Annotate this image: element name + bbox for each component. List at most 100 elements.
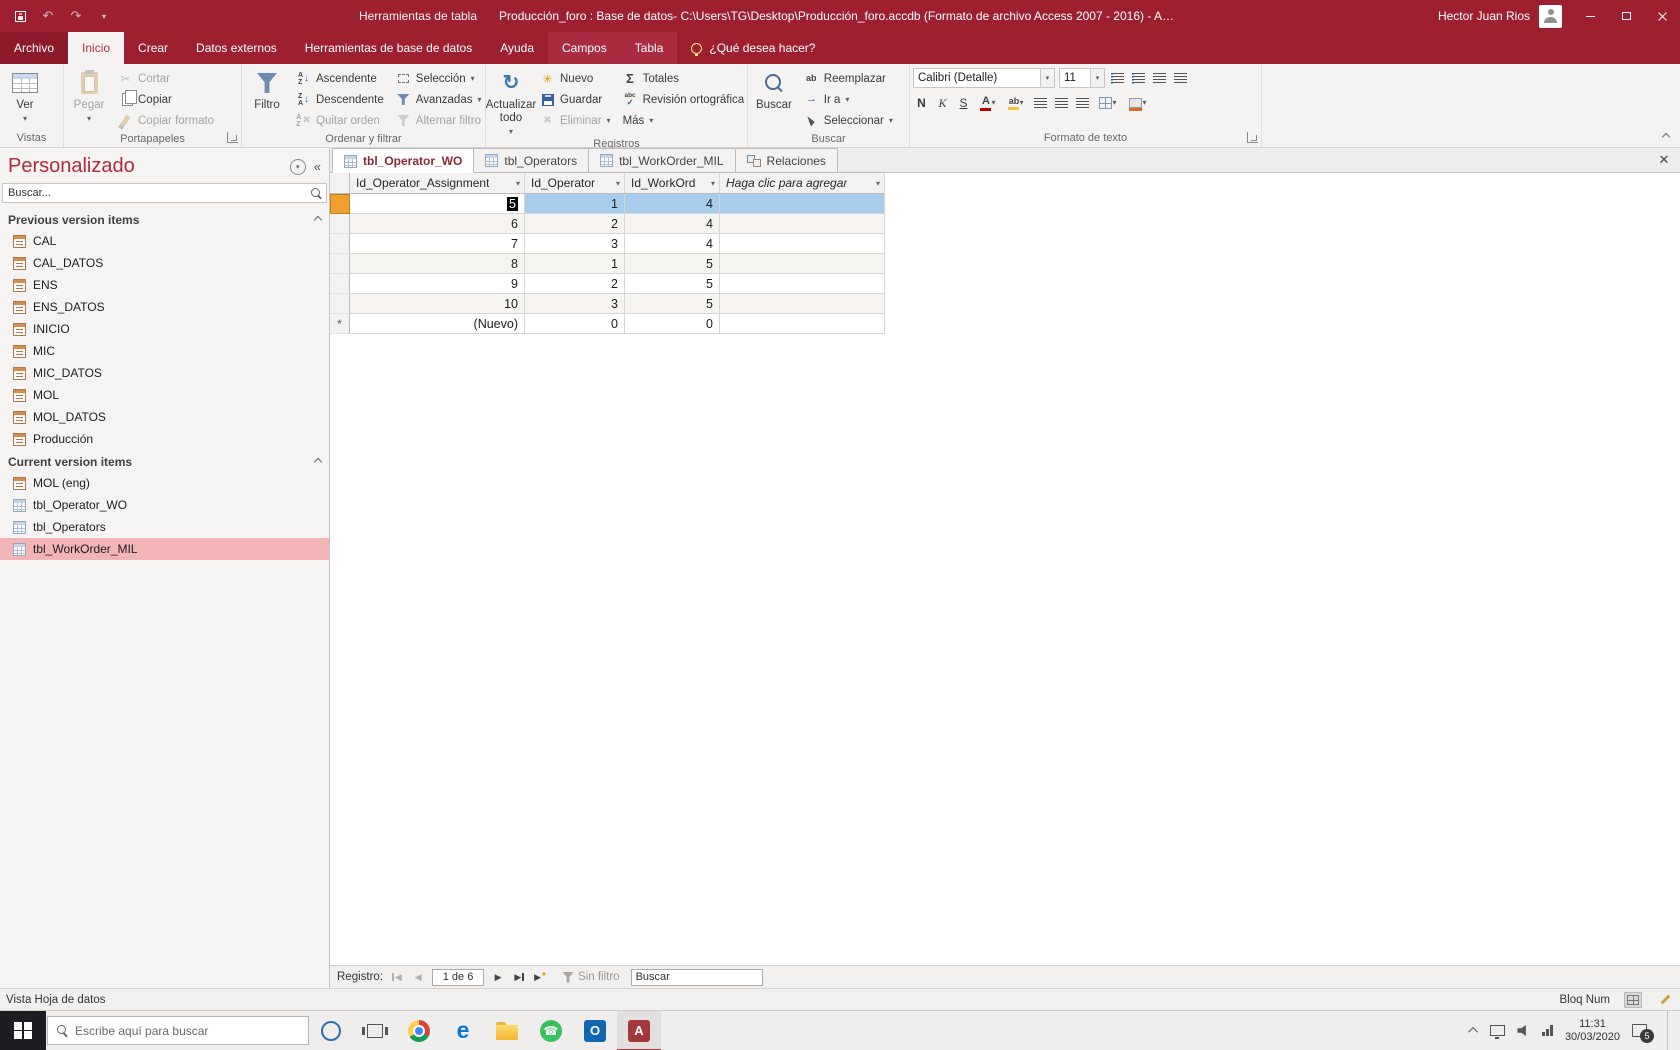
new-record-selector[interactable]: * <box>330 314 350 334</box>
record-position-box[interactable]: 1 de 6 <box>432 968 485 986</box>
navpane-item-mic-datos[interactable]: MIC_DATOS <box>0 362 329 384</box>
outlook-button[interactable]: O <box>573 1011 617 1050</box>
cell-add-field[interactable] <box>720 254 885 274</box>
underline-button[interactable]: S <box>955 94 972 112</box>
tab-ayuda[interactable]: Ayuda <box>486 32 548 64</box>
cell[interactable]: 3 <box>525 234 625 254</box>
italic-button[interactable]: K <box>934 94 951 112</box>
eliminar-button[interactable]: ✖ Eliminar ▾ <box>535 110 616 131</box>
ir-a-button[interactable]: → Ir a ▾ <box>799 89 898 110</box>
taskbar-search[interactable] <box>47 1016 309 1045</box>
next-record-button[interactable]: ▶ <box>489 969 507 986</box>
navpane-search-input[interactable] <box>3 187 311 199</box>
cell[interactable]: 10 <box>350 294 525 314</box>
collapse-ribbon-button[interactable] <box>1661 132 1671 142</box>
search-icon[interactable] <box>311 187 322 199</box>
shutter-close-icon[interactable]: « <box>314 159 321 174</box>
indent-button[interactable] <box>1172 69 1189 87</box>
align-left-button[interactable] <box>1032 94 1049 112</box>
navpane-item-mol[interactable]: MOL <box>0 384 329 406</box>
cell-add-field[interactable] <box>720 294 885 314</box>
align-center-button[interactable] <box>1053 94 1070 112</box>
alternar-filtro-button[interactable]: Alternar filtro <box>391 110 487 131</box>
cell[interactable]: 1 <box>525 254 625 274</box>
navpane-item-tbl-workorder-mil[interactable]: tbl_WorkOrder_MIL <box>0 538 329 560</box>
cell[interactable]: (Nuevo) <box>350 314 525 334</box>
cell[interactable]: 5 <box>625 274 720 294</box>
ascendente-button[interactable]: A Z ↓ Ascendente <box>291 68 389 89</box>
navpane-item-tbl-operator-wo[interactable]: tbl_Operator_WO <box>0 494 329 516</box>
save-button[interactable] <box>12 8 28 24</box>
seleccion-button[interactable]: Selección ▾ <box>391 68 487 89</box>
cell[interactable]: 5 <box>625 294 720 314</box>
whatsapp-button[interactable]: ☎ <box>529 1011 573 1050</box>
previous-record-button[interactable]: ◀ <box>409 969 427 986</box>
cell-add-field[interactable] <box>720 234 885 254</box>
cell-add-field[interactable] <box>720 274 885 294</box>
edge-button[interactable]: e <box>441 1011 485 1050</box>
navpane-item-inicio[interactable]: INICIO <box>0 318 329 340</box>
bullets-button[interactable] <box>1109 69 1126 87</box>
tab-herramientas-bd[interactable]: Herramientas de base de datos <box>291 32 486 64</box>
tab-campos[interactable]: Campos <box>548 32 621 64</box>
font-size-combo[interactable]: 11 ▾ <box>1059 68 1105 88</box>
navpane-item-ens[interactable]: ENS <box>0 274 329 296</box>
access-button[interactable]: A <box>617 1010 661 1050</box>
navpane-item-mol-datos[interactable]: MOL_DATOS <box>0 406 329 428</box>
network-icon[interactable] <box>1542 1025 1553 1036</box>
task-view-button[interactable] <box>353 1011 397 1050</box>
record-selector[interactable] <box>330 214 350 234</box>
column-dropdown-icon[interactable]: ▾ <box>613 179 620 188</box>
guardar-button[interactable]: Guardar <box>535 89 616 110</box>
doc-tab-tbl-operator-wo[interactable]: tbl_Operator_WO <box>332 148 475 173</box>
cell[interactable]: 3 <box>525 294 625 314</box>
customize-qat-button[interactable]: ▾ <box>96 8 112 24</box>
actualizar-todo-button[interactable]: ↻ Actualizar todo ▾ <box>486 67 537 136</box>
cell-add-field[interactable] <box>720 314 885 334</box>
avanzadas-button[interactable]: Avanzadas ▾ <box>391 89 487 110</box>
chevron-down-icon[interactable]: ▾ <box>1090 69 1104 87</box>
font-name-combo[interactable]: Calibri (Detalle) ▾ <box>913 68 1055 88</box>
bold-button[interactable]: N <box>913 94 930 112</box>
font-color-button[interactable]: A ▾ <box>976 94 1000 112</box>
cell[interactable]: 7 <box>350 234 525 254</box>
nuevo-button[interactable]: ✳ Nuevo <box>535 68 616 89</box>
navpane-title-menu[interactable]: Personalizado <box>8 155 282 178</box>
cell[interactable]: 4 <box>625 214 720 234</box>
navpane-item-cal[interactable]: CAL <box>0 230 329 252</box>
record-selector[interactable] <box>330 294 350 314</box>
quitar-orden-button[interactable]: A Z ✖ Quitar orden <box>291 110 389 131</box>
chevron-down-icon[interactable]: ▾ <box>1040 69 1054 87</box>
mas-button[interactable]: Más ▾ <box>618 110 750 131</box>
design-view-button[interactable] <box>1656 992 1674 1008</box>
datasheet-view-button[interactable] <box>1624 991 1642 1008</box>
descendente-button[interactable]: Z A ↓ Descendente <box>291 89 389 110</box>
buscar-button[interactable]: Buscar <box>751 67 797 112</box>
outdent-button[interactable] <box>1151 69 1168 87</box>
navpane-item-produccion[interactable]: Producción <box>0 428 329 450</box>
copiar-formato-button[interactable]: Copiar formato <box>113 110 219 131</box>
fill-color-button[interactable]: ▾ <box>1125 94 1151 112</box>
record-search-input[interactable] <box>631 971 782 983</box>
navpane-item-mol-eng[interactable]: MOL (eng) <box>0 472 329 494</box>
numbering-button[interactable] <box>1130 69 1147 87</box>
redo-button[interactable]: ↷ <box>68 8 84 24</box>
account-button[interactable]: Hector Juan Rios <box>1438 4 1563 28</box>
tab-datos-externos[interactable]: Datos externos <box>182 32 291 64</box>
filter-status-toggle[interactable]: Sin filtro <box>562 971 620 983</box>
cell-editing[interactable]: 5 <box>350 194 525 214</box>
reemplazar-button[interactable]: ab Reemplazar <box>799 68 898 89</box>
taskbar-search-input[interactable] <box>75 1023 299 1038</box>
cell[interactable]: 8 <box>350 254 525 274</box>
display-icon[interactable] <box>1490 1025 1506 1039</box>
align-right-button[interactable] <box>1074 94 1091 112</box>
start-button[interactable] <box>0 1010 46 1050</box>
select-all-corner[interactable] <box>330 173 350 194</box>
tab-inicio[interactable]: Inicio <box>68 32 125 64</box>
cell[interactable]: 5 <box>625 254 720 274</box>
tab-archivo[interactable]: Archivo <box>0 32 69 64</box>
hidden-icons-chevron[interactable] <box>1468 1026 1479 1037</box>
totales-button[interactable]: Σ Totales <box>618 68 750 89</box>
cell-add-field[interactable] <box>720 214 885 234</box>
column-dropdown-icon[interactable]: ▾ <box>513 179 520 188</box>
